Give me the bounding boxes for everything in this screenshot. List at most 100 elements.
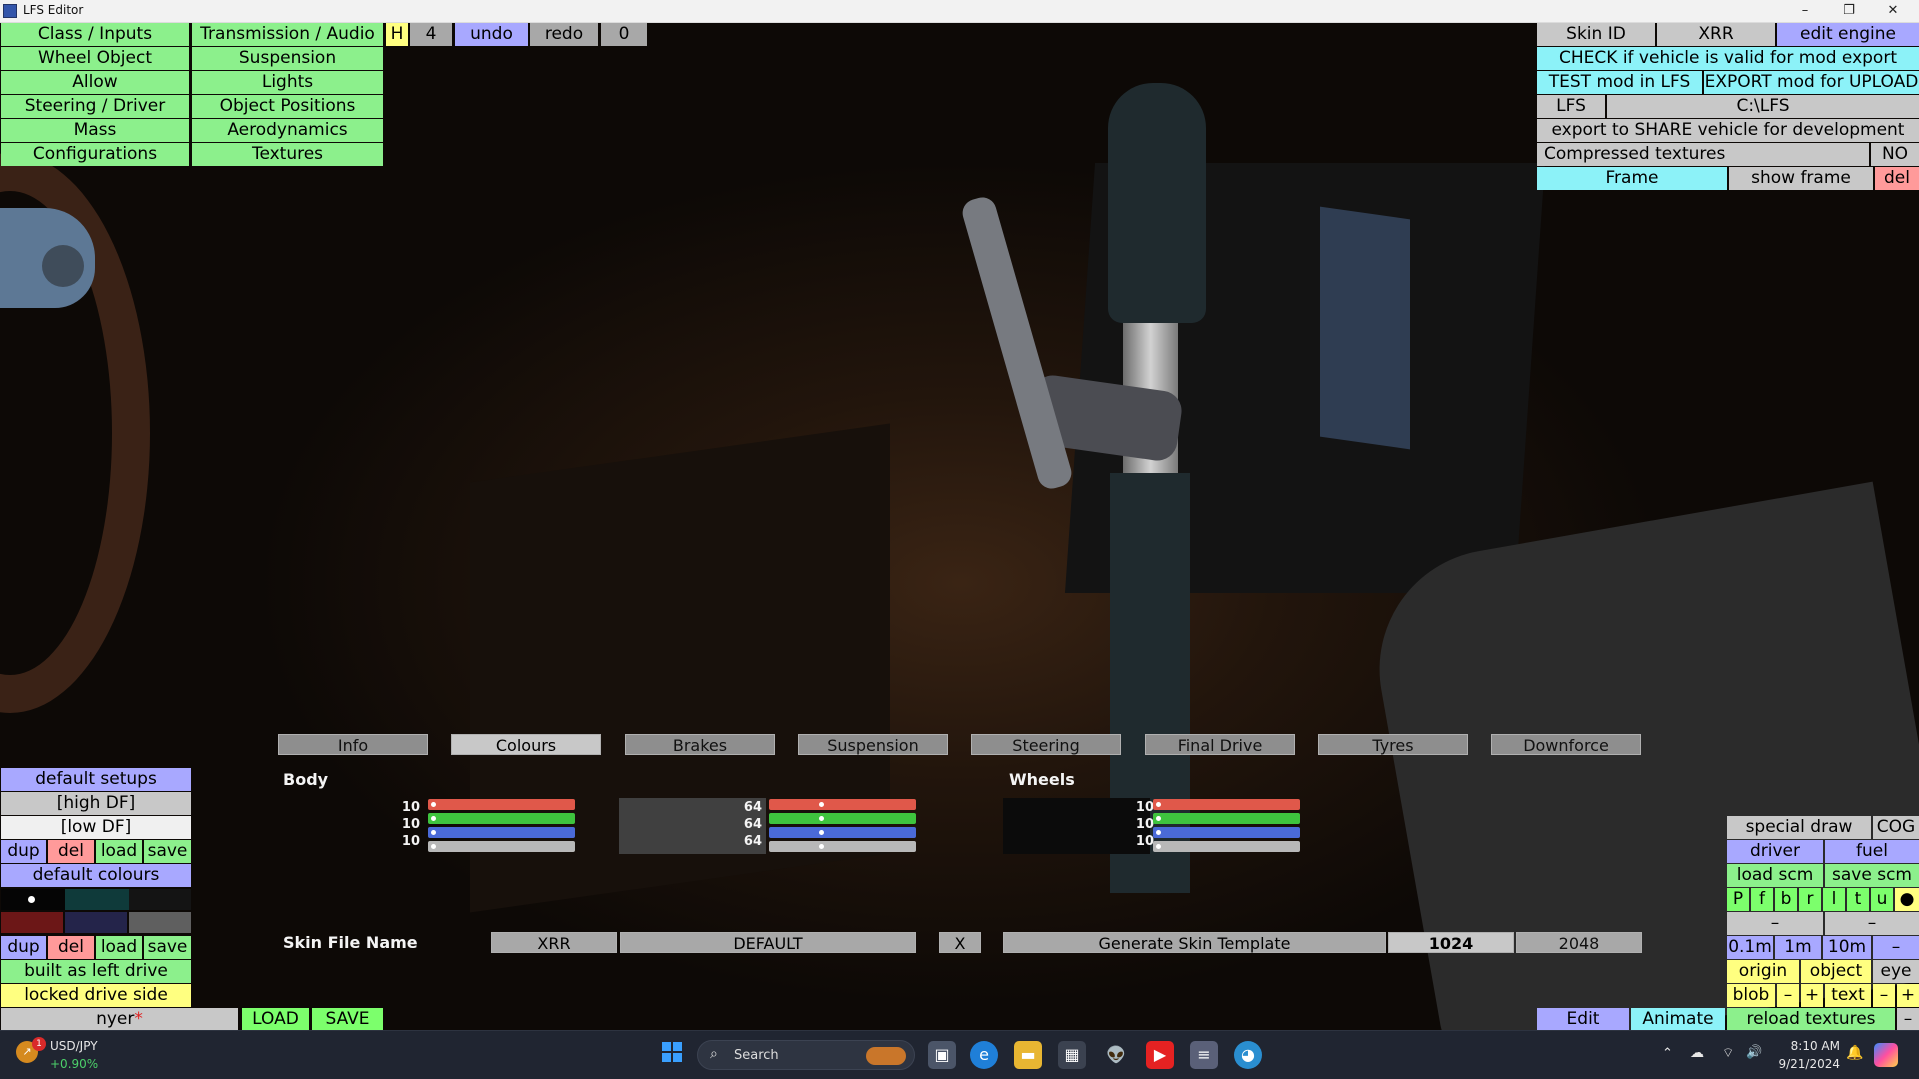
skin-size-1024[interactable]: 1024 — [1388, 932, 1514, 953]
undo-button[interactable]: undo — [455, 23, 528, 46]
wheels-blue-slider[interactable] — [1153, 827, 1300, 838]
text-button[interactable]: text — [1825, 984, 1871, 1007]
setup-del-button[interactable]: del — [48, 840, 94, 863]
setup-dup-button[interactable]: dup — [1, 840, 46, 863]
alien-app-icon[interactable]: 👽 — [1102, 1041, 1130, 1069]
skin-size-2048[interactable]: 2048 — [1516, 932, 1642, 953]
body-grey-slider[interactable] — [428, 841, 575, 852]
save-scm-button[interactable]: save scm — [1825, 864, 1919, 887]
view-p-button[interactable]: P — [1727, 888, 1749, 911]
menu-textures[interactable]: Textures — [192, 143, 383, 166]
tab-tyres[interactable]: Tyres — [1318, 734, 1468, 755]
close-button[interactable]: ✕ — [1873, 1, 1913, 21]
tab-info[interactable]: Info — [278, 734, 428, 755]
default-setups-button[interactable]: default setups — [1, 768, 191, 791]
test-mod-button[interactable]: TEST mod in LFS — [1537, 71, 1702, 94]
wheels-red-slider[interactable] — [1153, 799, 1300, 810]
taskbar-search[interactable]: ⌕ Search — [697, 1040, 915, 1070]
tab-brakes[interactable]: Brakes — [625, 734, 775, 755]
redo-button[interactable]: redo — [530, 23, 598, 46]
show-frame-button[interactable]: show frame — [1729, 167, 1873, 190]
view-b-button[interactable]: b — [1775, 888, 1797, 911]
compressed-textures-toggle[interactable]: NO — [1871, 143, 1919, 166]
frame-button[interactable]: Frame — [1537, 167, 1727, 190]
tab-steering[interactable]: Steering — [971, 734, 1121, 755]
paint-app-icon[interactable]: ◕ — [1234, 1041, 1262, 1069]
wifi-icon[interactable]: ⌔ — [1722, 1045, 1734, 1061]
step-1m[interactable]: 1m — [1775, 936, 1821, 959]
driver-button[interactable]: driver — [1727, 840, 1823, 863]
view-l-button[interactable]: l — [1823, 888, 1845, 911]
skin-id-button[interactable]: Skin ID — [1537, 23, 1655, 46]
tab-suspension[interactable]: Suspension — [798, 734, 948, 755]
skin-file-field[interactable]: DEFAULT — [620, 932, 916, 953]
generate-skin-template-button[interactable]: Generate Skin Template — [1003, 932, 1386, 953]
tab-final-drive[interactable]: Final Drive — [1145, 734, 1295, 755]
object-button[interactable]: object — [1801, 960, 1871, 983]
vehicle-load-button[interactable]: LOAD — [242, 1008, 309, 1031]
body-blue-slider[interactable] — [428, 827, 575, 838]
onedrive-icon[interactable]: ☁ — [1690, 1045, 1704, 1061]
view-dot-button[interactable]: ● — [1895, 888, 1919, 911]
lfs-path[interactable]: C:\LFS — [1607, 95, 1919, 118]
built-left-drive-toggle[interactable]: built as left drive — [1, 960, 191, 983]
start-icon[interactable] — [658, 1041, 686, 1069]
setup-load-button[interactable]: load — [96, 840, 142, 863]
export-mod-button[interactable]: EXPORT mod for UPLOAD — [1704, 71, 1919, 94]
wheels-green-slider[interactable] — [1153, 813, 1300, 824]
notification-bell-icon[interactable]: 🔔 — [1846, 1045, 1863, 1061]
step-minus[interactable]: – — [1873, 936, 1919, 959]
menu-configurations[interactable]: Configurations — [1, 143, 189, 166]
skin-clear-button[interactable]: X — [939, 932, 981, 953]
blob-minus-button[interactable]: – — [1777, 984, 1799, 1007]
vehicle-save-button[interactable]: SAVE — [312, 1008, 383, 1031]
colour-swatch-dark[interactable] — [129, 889, 191, 910]
store-icon[interactable]: ▦ — [1058, 1041, 1086, 1069]
task-view-icon[interactable]: ▣ — [928, 1041, 956, 1069]
colour-swatch-red[interactable] — [1, 912, 63, 933]
setup-low-df[interactable]: [low DF] — [1, 816, 191, 839]
animate-mode-button[interactable]: Animate — [1631, 1008, 1725, 1031]
view-u-button[interactable]: u — [1871, 888, 1893, 911]
blob-plus-button[interactable]: + — [1801, 984, 1823, 1007]
copilot-icon[interactable] — [1874, 1043, 1898, 1067]
body2-green-slider[interactable] — [769, 813, 916, 824]
tab-downforce[interactable]: Downforce — [1491, 734, 1641, 755]
edit-mode-button[interactable]: Edit — [1537, 1008, 1629, 1031]
step-0-1m[interactable]: 0.1m — [1727, 936, 1773, 959]
edit-engine-button[interactable]: edit engine — [1777, 23, 1919, 46]
wheels-grey-slider[interactable] — [1153, 841, 1300, 852]
tab-colours[interactable]: Colours — [451, 734, 601, 755]
menu-allow[interactable]: Allow — [1, 71, 189, 94]
xrr-button[interactable]: XRR — [1657, 23, 1775, 46]
step-minus-right[interactable]: – — [1825, 912, 1919, 935]
menu-wheel-object[interactable]: Wheel Object — [1, 47, 189, 70]
view-f-button[interactable]: f — [1751, 888, 1773, 911]
edge-icon[interactable]: e — [970, 1041, 998, 1069]
file-explorer-icon[interactable]: ▬ — [1014, 1041, 1042, 1069]
special-draw-button[interactable]: special draw — [1727, 816, 1871, 839]
vehicle-name-field[interactable]: nyer* — [1, 1008, 238, 1031]
body-green-slider[interactable] — [428, 813, 575, 824]
volume-icon[interactable]: 🔊 — [1746, 1045, 1762, 1060]
bottom-minus-button[interactable]: – — [1897, 1008, 1919, 1031]
colour-del-button[interactable]: del — [48, 936, 94, 959]
menu-object-positions[interactable]: Object Positions — [192, 95, 383, 118]
menu-lights[interactable]: Lights — [192, 71, 383, 94]
reload-textures-button[interactable]: reload textures — [1727, 1008, 1895, 1031]
locked-drive-side-toggle[interactable]: locked drive side — [1, 984, 191, 1007]
body2-red-slider[interactable] — [769, 799, 916, 810]
view-r-button[interactable]: r — [1799, 888, 1821, 911]
eye-button[interactable]: eye — [1873, 960, 1919, 983]
menu-aerodynamics[interactable]: Aerodynamics — [192, 119, 383, 142]
load-scm-button[interactable]: load scm — [1727, 864, 1823, 887]
setup-save-button[interactable]: save — [144, 840, 191, 863]
colour-load-button[interactable]: load — [96, 936, 142, 959]
body2-grey-slider[interactable] — [769, 841, 916, 852]
step-minus-left[interactable]: – — [1727, 912, 1823, 935]
step-10m[interactable]: 10m — [1823, 936, 1871, 959]
skin-car-field[interactable]: XRR — [491, 932, 617, 953]
menu-class-inputs[interactable]: Class / Inputs — [1, 23, 189, 46]
colour-swatch-navy[interactable] — [65, 912, 127, 933]
maximize-button[interactable]: ❐ — [1829, 1, 1869, 21]
